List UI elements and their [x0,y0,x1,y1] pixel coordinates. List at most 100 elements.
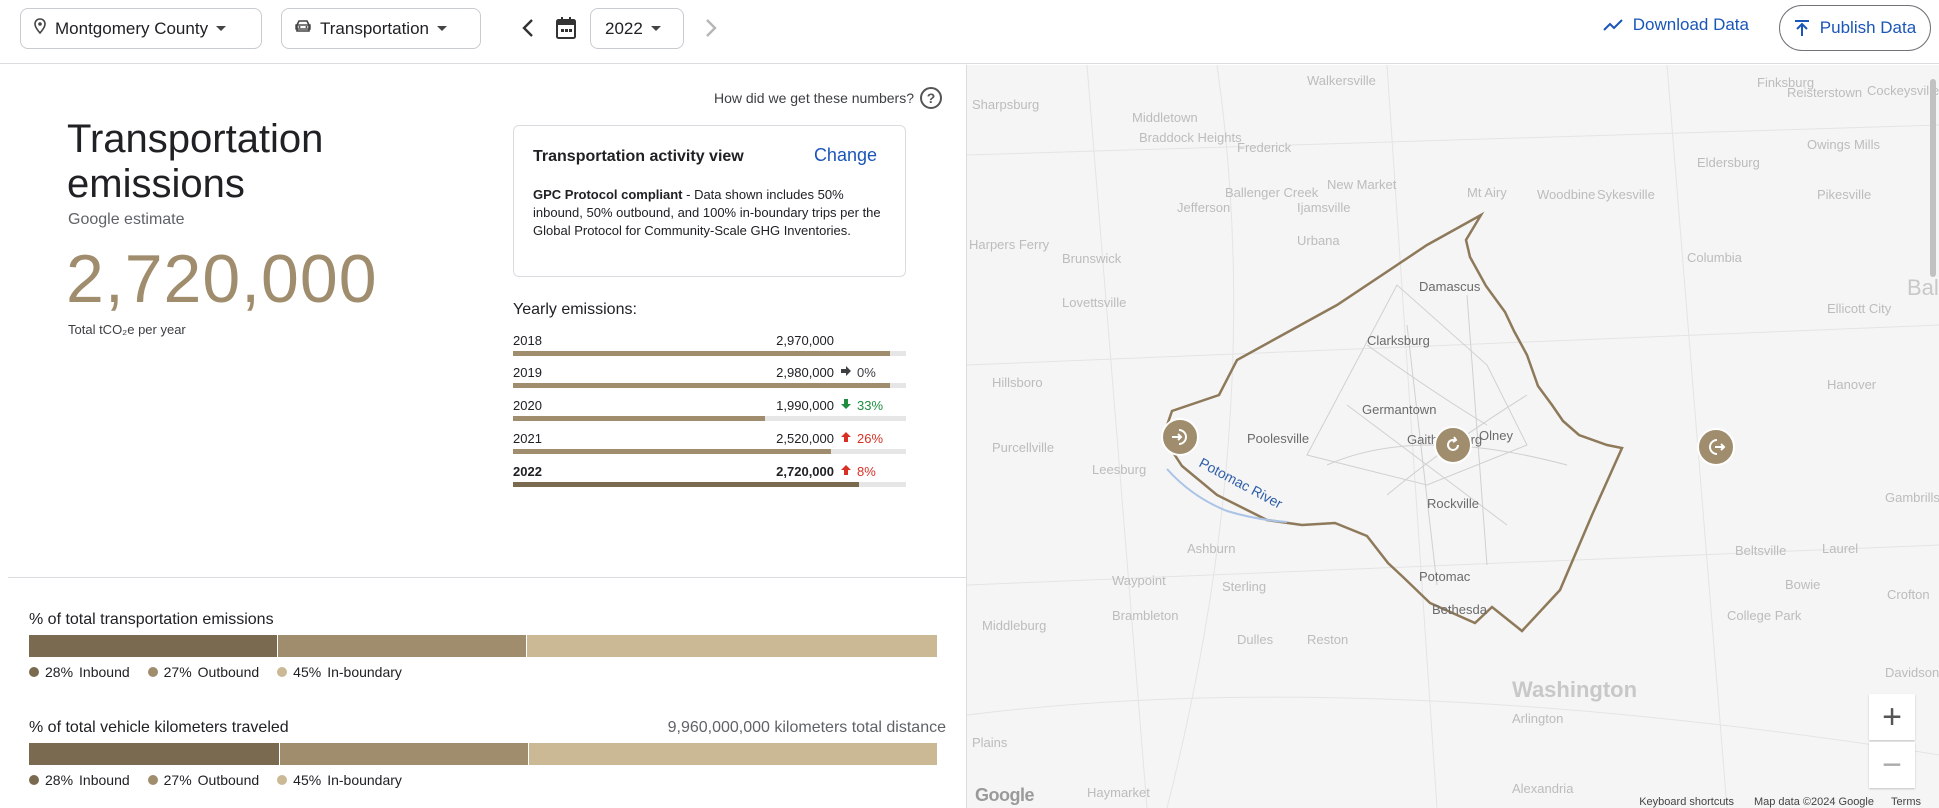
yearly-row-bar [513,482,859,487]
yearly-row-change: 33% [840,398,883,413]
legend-percent: 27% [163,664,192,680]
terms-link[interactable]: Terms [1891,796,1921,808]
keyboard-shortcuts-link[interactable]: Keyboard shortcuts [1639,796,1734,808]
map-place-label: Brunswick [1062,251,1122,266]
outbound-marker[interactable] [1697,428,1735,466]
map-place-label: Laurel [1822,541,1859,556]
legend-percent: 28% [45,772,74,788]
yearly-row-value: 2,970,000 [776,333,834,348]
vkt-share-legend: 28% Inbound 27% Outbound 45% In-boundary [29,772,402,788]
map-place-label: Washington [1512,677,1638,702]
activity-view-description: GPC Protocol compliant - Data shown incl… [533,186,883,240]
total-emissions-value: 2,720,000 [66,241,378,317]
share-segment-inbound [29,635,278,657]
legend-percent: 28% [45,664,74,680]
legend-item: 28% Inbound [29,664,130,680]
legend-item: 45% In-boundary [277,664,402,680]
inbound-marker[interactable] [1161,418,1199,456]
legend-item: 45% In-boundary [277,772,402,788]
map-place-label: Bowie [1785,577,1821,592]
yearly-row: 2018 2,970,000 [513,330,906,360]
location-label: Montgomery County [55,18,209,38]
top-bar: Montgomery County Transportation 2022 Do… [0,0,1939,64]
yearly-row-change-value: 33% [857,398,884,413]
download-data-label: Download Data [1632,15,1749,34]
map-place-label: Plains [972,735,1008,750]
next-year-button[interactable] [698,14,724,42]
previous-year-button[interactable] [515,14,541,42]
map-place-label: Middletown [1132,110,1198,125]
category-select[interactable]: Transportation [281,8,481,49]
map-place-label: Ijamsville [1297,200,1351,215]
legend-item: 27% Outbound [147,772,260,788]
location-pin-icon [33,18,47,39]
google-logo: Google [975,785,1035,805]
map-place-label: Reisterstown [1787,85,1863,100]
zoom-out-button[interactable]: − [1869,742,1915,788]
map-place-label: Davidsonville [1885,665,1939,680]
page-title: Transportation emissions [67,117,324,206]
map-place-label: Germantown [1362,402,1437,417]
chevron-right-icon [706,19,717,37]
legend-item: 27% Outbound [147,664,260,680]
yearly-row-value: 2,520,000 [776,431,834,446]
map-place-label: Olney [1479,428,1513,443]
yearly-row-bar [513,383,891,388]
logout-icon [1709,439,1726,455]
map-place-label: Cockeysville [1867,83,1939,98]
legend-label: In-boundary [327,772,402,788]
legend-dot [29,667,39,677]
map-place-label: Urbana [1297,233,1340,248]
yearly-row-value: 2,720,000 [776,464,834,479]
calendar-button[interactable] [552,13,580,43]
map-scrollbar[interactable] [1930,79,1936,277]
map-place-label: Waypoint [1112,573,1166,588]
in-boundary-marker[interactable] [1434,426,1472,464]
trend-line-icon [1603,19,1623,31]
zoom-in-button[interactable]: + [1869,694,1915,740]
location-select[interactable]: Montgomery County [20,8,262,49]
map-place-label: Leesburg [1092,462,1147,477]
map-place-label: Owings Mills [1807,137,1880,152]
download-data-link[interactable]: Download Data [1603,15,1749,35]
year-select[interactable]: 2022 [590,8,684,49]
map-place-label: Purcellville [992,440,1055,455]
map-place-label: Rockville [1427,496,1480,511]
chevron-down-icon [650,26,661,31]
share-segment-outbound [279,743,530,765]
map-view[interactable]: Walkersville Finksburg Reisterstown Cockeys… [966,65,1939,808]
legend-label: Inbound [79,664,130,680]
upload-icon [1794,20,1809,36]
change-view-button[interactable]: Change [814,145,877,166]
yearly-row-value: 2,980,000 [776,365,834,380]
map-place-label: Sykesville [1597,187,1655,202]
map-data-attribution: Map data ©2024 Google [1753,796,1874,808]
yearly-emissions-heading: Yearly emissions: [513,301,637,318]
chevron-down-icon [216,26,227,31]
yearly-row-year: 2021 [513,431,542,446]
year-label: 2022 [605,18,643,38]
activity-view-title: Transportation activity view [533,148,744,165]
map-place-label: Crofton [1887,587,1930,602]
yearly-row-year: 2022 [513,464,542,479]
yearly-row-bar [513,416,765,421]
legend-label: Outbound [197,772,260,788]
yearly-row-change: 0% [840,365,876,380]
arrow-up-icon [840,431,852,446]
car-icon [294,18,312,39]
help-icon: ? [920,87,942,109]
legend-label: Outbound [197,664,260,680]
legend-dot [147,775,158,785]
estimate-source: Google estimate [68,211,185,228]
map-place-label: Haymarket [1087,785,1150,800]
publish-data-button[interactable]: Publish Data [1779,5,1931,51]
how-numbers-link[interactable]: How did we get these numbers? ? [714,87,942,109]
map-place-label: Hillsboro [992,375,1043,390]
chevron-down-icon [436,26,447,31]
emissions-share-title: % of total transportation emissions [29,611,274,628]
legend-item: 28% Inbound [29,772,130,788]
yearly-row-bar [513,449,832,454]
map-place-label: Eldersburg [1697,155,1760,170]
arrow-right-icon [840,365,852,380]
yearly-row: 2019 2,980,000 0% [513,362,906,392]
